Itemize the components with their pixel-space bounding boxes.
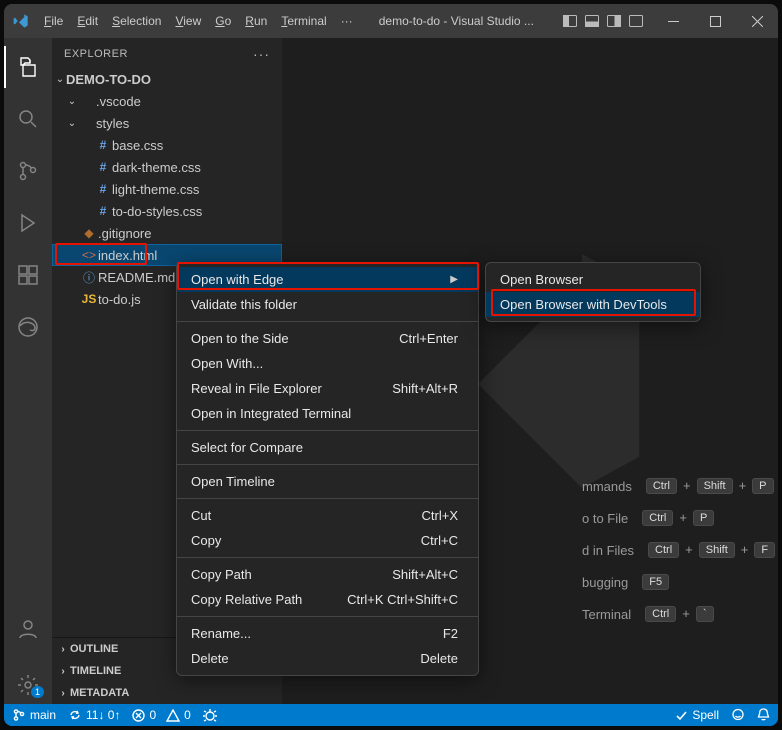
file-gitignore[interactable]: ◆.gitignore bbox=[52, 222, 282, 244]
ctx-cut[interactable]: CutCtrl+X bbox=[177, 503, 478, 528]
menu-bar: File Edit Selection View Go Run Terminal… bbox=[38, 10, 359, 32]
explorer-title: EXPLORER bbox=[64, 48, 128, 60]
ctx-open-terminal[interactable]: Open in Integrated Terminal bbox=[177, 401, 478, 426]
file-light-theme-css[interactable]: #light-theme.css bbox=[52, 178, 282, 200]
status-bell-icon[interactable] bbox=[757, 708, 770, 722]
status-feedback-icon[interactable] bbox=[731, 708, 745, 722]
sub-open-browser[interactable]: Open Browser bbox=[486, 267, 700, 292]
ctx-copy-relative-path[interactable]: Copy Relative PathCtrl+K Ctrl+Shift+C bbox=[177, 587, 478, 612]
layout-controls bbox=[554, 13, 652, 29]
welcome-shortcuts: mmandsCtrl+Shift+P o to FileCtrl+P d in … bbox=[582, 478, 775, 622]
ctx-open-timeline[interactable]: Open Timeline bbox=[177, 469, 478, 494]
activity-account-icon[interactable] bbox=[4, 608, 52, 650]
file-todo-styles-css[interactable]: #to-do-styles.css bbox=[52, 200, 282, 222]
activity-extensions-icon[interactable] bbox=[4, 254, 52, 296]
activity-search-icon[interactable] bbox=[4, 98, 52, 140]
status-spell[interactable]: Spell bbox=[675, 708, 719, 722]
section-metadata[interactable]: ›METADATA bbox=[52, 682, 282, 704]
customize-layout-icon[interactable] bbox=[628, 13, 644, 29]
status-debug-icon[interactable] bbox=[203, 708, 217, 722]
menu-go[interactable]: Go bbox=[209, 10, 237, 32]
ctx-open-with[interactable]: Open With... bbox=[177, 351, 478, 376]
ctx-validate-folder[interactable]: Validate this folder bbox=[177, 292, 478, 317]
css-file-icon: # bbox=[94, 160, 112, 174]
menu-more[interactable]: ··· bbox=[335, 10, 359, 32]
menu-separator bbox=[177, 430, 478, 431]
css-file-icon: # bbox=[94, 138, 112, 152]
css-file-icon: # bbox=[94, 182, 112, 196]
menu-view[interactable]: View bbox=[169, 10, 207, 32]
menu-edit[interactable]: Edit bbox=[71, 10, 104, 32]
ctx-open-with-edge[interactable]: Open with Edge▶ bbox=[177, 267, 478, 292]
menu-separator bbox=[177, 498, 478, 499]
maximize-button[interactable] bbox=[694, 4, 736, 38]
close-button[interactable] bbox=[736, 4, 778, 38]
activity-explorer-icon[interactable] bbox=[4, 46, 52, 88]
ctx-delete[interactable]: DeleteDelete bbox=[177, 646, 478, 671]
app-icon bbox=[4, 13, 38, 29]
context-menu: Open with Edge▶ Validate this folder Ope… bbox=[176, 262, 479, 676]
activity-run-icon[interactable] bbox=[4, 202, 52, 244]
gitignore-file-icon: ◆ bbox=[80, 226, 98, 240]
toggle-primary-sidebar-icon[interactable] bbox=[562, 13, 578, 29]
activity-bar: 1 bbox=[4, 38, 52, 704]
folder-styles[interactable]: ⌄styles bbox=[52, 112, 282, 134]
sub-open-browser-devtools[interactable]: Open Browser with DevTools bbox=[486, 292, 700, 317]
menu-separator bbox=[177, 557, 478, 558]
status-branch[interactable]: main bbox=[12, 708, 56, 722]
ctx-copy[interactable]: CopyCtrl+C bbox=[177, 528, 478, 553]
menu-run[interactable]: Run bbox=[239, 10, 273, 32]
activity-edge-icon[interactable] bbox=[4, 306, 52, 348]
window-title: demo-to-do - Visual Studio ... bbox=[359, 14, 554, 28]
ctx-open-to-side[interactable]: Open to the SideCtrl+Enter bbox=[177, 326, 478, 351]
menu-file[interactable]: File bbox=[38, 10, 69, 32]
toggle-secondary-sidebar-icon[interactable] bbox=[606, 13, 622, 29]
ctx-reveal[interactable]: Reveal in File ExplorerShift+Alt+R bbox=[177, 376, 478, 401]
status-bar: main 11↓ 0↑ 0 0 Spell bbox=[4, 704, 778, 726]
menu-separator bbox=[177, 321, 478, 322]
ctx-rename[interactable]: Rename...F2 bbox=[177, 621, 478, 646]
file-dark-theme-css[interactable]: #dark-theme.css bbox=[52, 156, 282, 178]
menu-selection[interactable]: Selection bbox=[106, 10, 167, 32]
file-base-css[interactable]: #base.css bbox=[52, 134, 282, 156]
ctx-select-compare[interactable]: Select for Compare bbox=[177, 435, 478, 460]
info-file-icon: ⓘ bbox=[80, 269, 98, 286]
minimize-button[interactable] bbox=[652, 4, 694, 38]
status-problems[interactable]: 0 0 bbox=[132, 708, 190, 722]
status-sync[interactable]: 11↓ 0↑ bbox=[68, 708, 120, 722]
title-bar: File Edit Selection View Go Run Terminal… bbox=[4, 4, 778, 38]
js-file-icon: JS bbox=[80, 292, 98, 306]
activity-scm-icon[interactable] bbox=[4, 150, 52, 192]
tree-root[interactable]: ⌄DEMO-TO-DO bbox=[52, 68, 282, 90]
toggle-panel-icon[interactable] bbox=[584, 13, 600, 29]
menu-separator bbox=[177, 616, 478, 617]
activity-settings-icon[interactable]: 1 bbox=[4, 666, 52, 704]
css-file-icon: # bbox=[94, 204, 112, 218]
chevron-right-icon: ▶ bbox=[450, 274, 458, 285]
context-submenu: Open Browser Open Browser with DevTools bbox=[485, 262, 701, 322]
html-file-icon: <> bbox=[80, 248, 98, 262]
settings-badge: 1 bbox=[31, 686, 44, 698]
menu-terminal[interactable]: Terminal bbox=[275, 10, 332, 32]
explorer-more-icon[interactable]: ··· bbox=[253, 46, 270, 62]
folder-vscode[interactable]: ⌄.vscode bbox=[52, 90, 282, 112]
menu-separator bbox=[177, 464, 478, 465]
ctx-copy-path[interactable]: Copy PathShift+Alt+C bbox=[177, 562, 478, 587]
